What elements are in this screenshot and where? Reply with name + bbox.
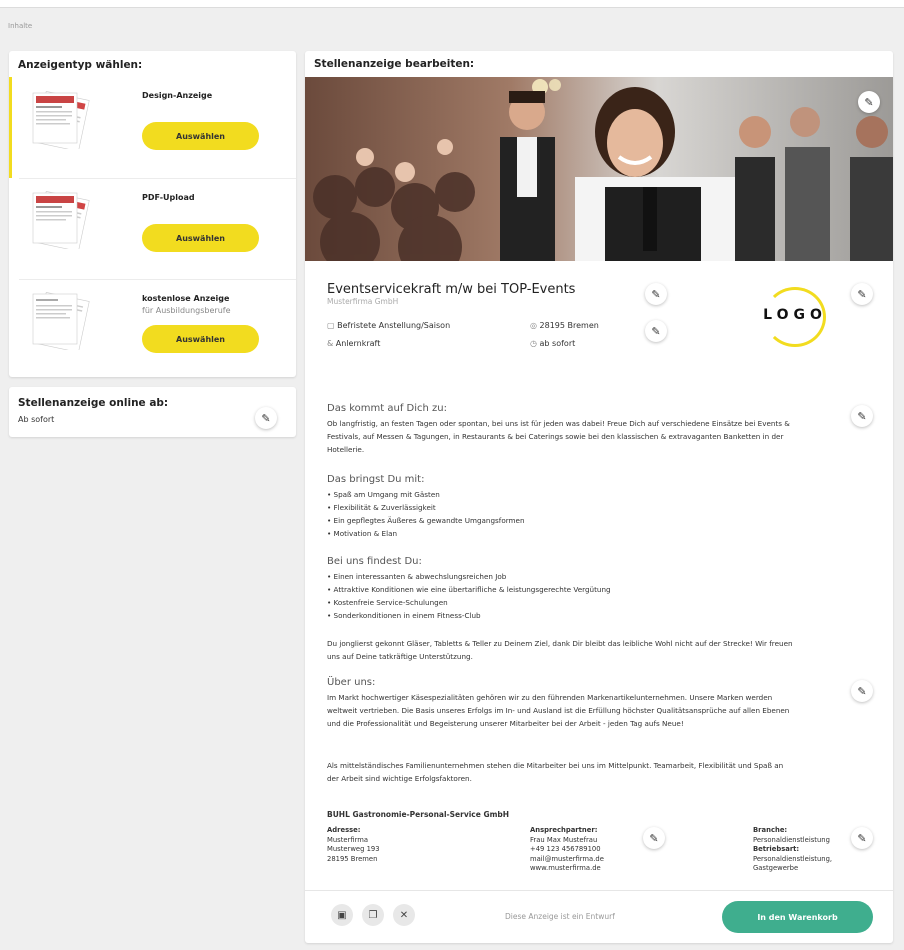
business-type-label: Betriebsart: bbox=[753, 845, 800, 853]
ad-type-pdf: PDF-Upload Auswählen bbox=[9, 179, 296, 279]
edit-about-pencil-icon[interactable]: ✎ bbox=[851, 680, 873, 702]
contact-line: +49 123 456789100 bbox=[530, 845, 601, 853]
contact-line: Frau Max Mustefrau bbox=[530, 835, 598, 844]
type-sub-free: für Ausbildungsberufe bbox=[142, 306, 231, 315]
section-offer-list: Einen interessanten & abwechslungsreiche… bbox=[327, 570, 611, 622]
ad-type-design: Design-Anzeige Auswählen bbox=[9, 77, 296, 178]
list-item: Sonderkonditionen in einem Fitness-Club bbox=[327, 609, 611, 622]
address-line: Musterweg 193 bbox=[327, 845, 380, 853]
copy-icon[interactable]: ❐ bbox=[362, 904, 384, 926]
online-date-value: Ab sofort bbox=[18, 415, 55, 424]
job-title: Eventservicekraft m/w bei TOP-Events bbox=[327, 282, 576, 297]
editor-title: Stellenanzeige bearbeiten: bbox=[314, 58, 475, 70]
ad-type-free: kostenlose Anzeige für Ausbildungsberufe… bbox=[9, 280, 296, 377]
type-name-free: kostenlose Anzeige bbox=[142, 294, 230, 303]
meta-start-text: ab sofort bbox=[539, 339, 576, 348]
meta-position: & Anlernkraft bbox=[327, 339, 380, 348]
image-icon[interactable]: ▣ bbox=[331, 904, 353, 926]
address-line: 28195 Bremen bbox=[327, 854, 378, 863]
branch-value: Personaldienstleistung bbox=[753, 835, 830, 844]
ad-type-panel: Anzeigentyp wählen: Design-Anzeige Auswä… bbox=[9, 51, 296, 377]
design-ad-thumbnail bbox=[32, 90, 90, 149]
clock-icon: ◷ bbox=[530, 339, 540, 348]
section-about-text: Im Markt hochwertiger Käsespezialitäten … bbox=[327, 693, 790, 728]
edit-branch-pencil-icon[interactable]: ✎ bbox=[851, 827, 873, 849]
edit-content-pencil-icon[interactable]: ✎ bbox=[851, 405, 873, 427]
select-pdf-button[interactable]: Auswählen bbox=[142, 224, 259, 252]
hero-image bbox=[305, 77, 893, 261]
top-bar bbox=[0, 0, 904, 8]
location-icon: ◎ bbox=[530, 321, 540, 330]
meta-employment: ▢ Befristete Anstellung/Saison bbox=[327, 321, 450, 330]
list-item: Flexibilität & Zuverlässigkeit bbox=[327, 501, 525, 514]
list-item: Kostenfreie Service-Schulungen bbox=[327, 596, 611, 609]
calendar-icon: ▢ bbox=[327, 321, 338, 330]
company-logo-text: LOGO bbox=[763, 307, 827, 323]
footer-contact: Ansprechpartner: Frau Max Mustefrau +49 … bbox=[530, 826, 604, 874]
list-item: Ein gepflegtes Äußeres & gewandte Umgang… bbox=[327, 514, 525, 527]
edit-meta-pencil-icon[interactable]: ✎ bbox=[645, 320, 667, 342]
list-item: Spaß am Umgang mit Gästen bbox=[327, 488, 525, 501]
select-free-button[interactable]: Auswählen bbox=[142, 325, 259, 353]
type-name-pdf: PDF-Upload bbox=[142, 193, 195, 202]
company-subtitle: Musterfirma GmbH bbox=[327, 297, 399, 306]
type-name-design: Design-Anzeige bbox=[142, 91, 213, 100]
footer-branch: Branche: Personaldienstleistung Betriebs… bbox=[753, 826, 832, 874]
breadcrumb[interactable]: Inhalte bbox=[8, 22, 32, 30]
person-icon: & bbox=[327, 339, 336, 348]
meta-start: ◷ ab sofort bbox=[530, 339, 575, 348]
meta-employment-text: Befristete Anstellung/Saison bbox=[337, 321, 451, 330]
list-item: Attraktive Konditionen wie eine übertari… bbox=[327, 583, 611, 596]
edit-online-date-pencil-icon[interactable]: ✎ bbox=[255, 407, 277, 429]
address-line: Musterfirma bbox=[327, 835, 369, 844]
list-item: Motivation & Elan bbox=[327, 527, 525, 540]
branch-label: Branche: bbox=[753, 826, 788, 834]
meta-location-text: 28195 Bremen bbox=[539, 321, 599, 330]
section-tasks-heading: Das kommt auf Dich zu: bbox=[327, 403, 447, 414]
section-offer-text: Du jonglierst gekonnt Gläser, Tabletts &… bbox=[327, 639, 793, 661]
address-label: Adresse: bbox=[327, 826, 361, 834]
edit-logo-pencil-icon[interactable]: ✎ bbox=[851, 283, 873, 305]
business-type-line: Gastgewerbe bbox=[753, 864, 799, 872]
section-offer-heading: Bei uns findest Du: bbox=[327, 556, 422, 567]
list-item: Einen interessanten & abwechslungsreiche… bbox=[327, 570, 611, 583]
online-date-panel: Stellenanzeige online ab: Ab sofort ✎ bbox=[9, 387, 296, 437]
meta-location: ◎ 28195 Bremen bbox=[530, 321, 599, 330]
pdf-upload-thumbnail bbox=[32, 190, 90, 249]
online-date-title: Stellenanzeige online ab: bbox=[18, 397, 169, 409]
draft-hint: Diese Anzeige ist ein Entwurf bbox=[505, 912, 615, 921]
meta-position-text: Anlernkraft bbox=[335, 339, 381, 348]
bottom-divider bbox=[305, 890, 893, 891]
section-about-heading: Über uns: bbox=[327, 677, 376, 688]
contact-line: www.musterfirma.de bbox=[530, 864, 601, 872]
trash-icon[interactable]: ✕ bbox=[393, 904, 415, 926]
edit-hero-pencil-icon[interactable]: ✎ bbox=[858, 91, 880, 113]
select-design-button[interactable]: Auswählen bbox=[142, 122, 259, 150]
ad-type-title: Anzeigentyp wählen: bbox=[18, 59, 143, 71]
business-type-line: Personaldienstleistung, bbox=[753, 854, 833, 863]
contact-line: mail@musterfirma.de bbox=[530, 854, 604, 863]
section-tasks-text: Ob langfristig, an festen Tagen oder spo… bbox=[327, 419, 790, 454]
add-to-cart-button[interactable]: In den Warenkorb bbox=[722, 901, 873, 933]
free-ad-thumbnail bbox=[32, 291, 90, 350]
section-profile-heading: Das bringst Du mit: bbox=[327, 474, 425, 485]
edit-contact-pencil-icon[interactable]: ✎ bbox=[643, 827, 665, 849]
contact-label: Ansprechpartner: bbox=[530, 826, 598, 834]
section-about-text2: Als mittelständisches Familienunternehme… bbox=[327, 761, 784, 783]
footer-address: Adresse: Musterfirma Musterweg 193 28195… bbox=[327, 826, 380, 864]
footer-company-name: BUHL Gastronomie-Personal-Service GmbH bbox=[327, 810, 510, 819]
edit-title-pencil-icon[interactable]: ✎ bbox=[645, 283, 667, 305]
section-profile-list: Spaß am Umgang mit Gästen Flexibilität &… bbox=[327, 488, 525, 540]
